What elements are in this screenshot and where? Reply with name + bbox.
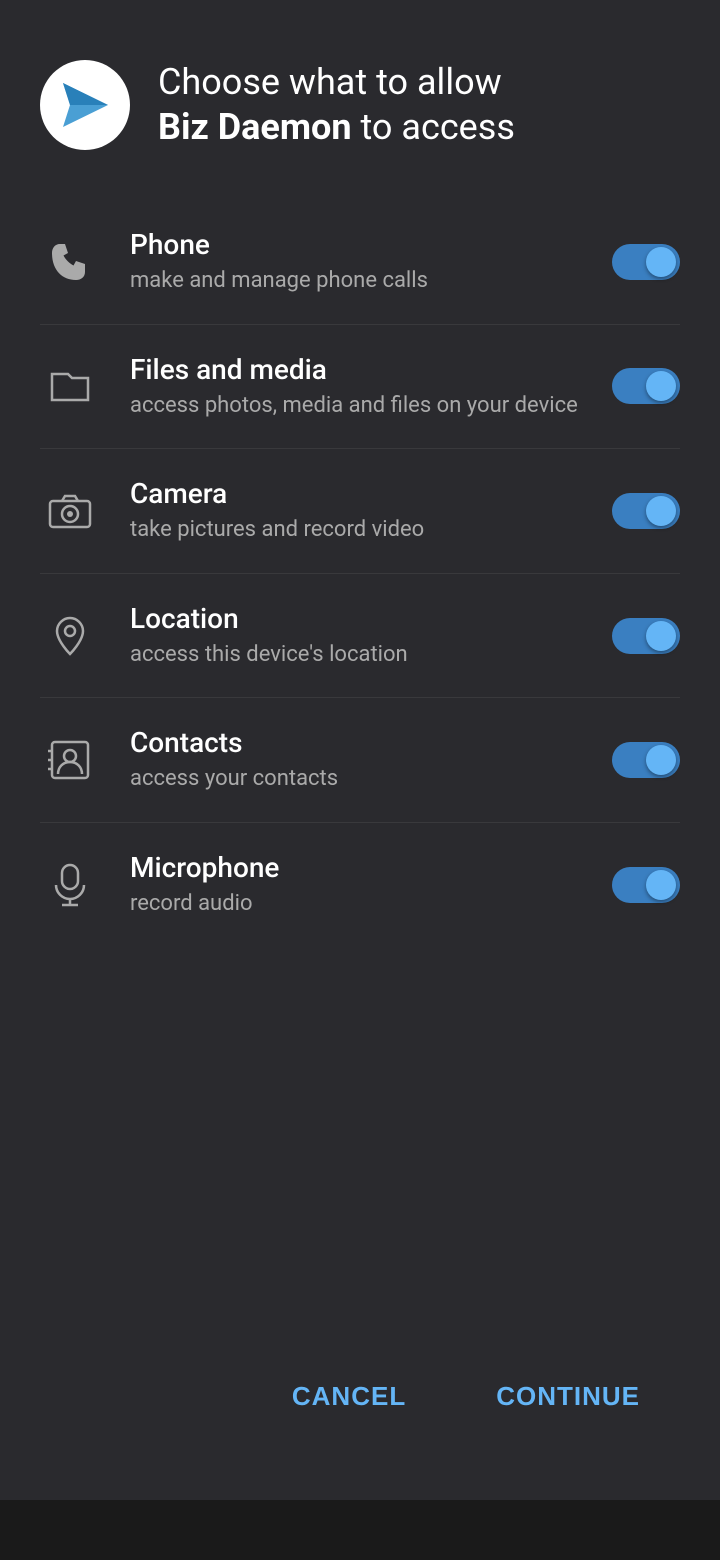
contacts-permission-text: Contacts access your contacts	[130, 726, 582, 794]
header-title-line2: to access	[361, 106, 515, 148]
cancel-button[interactable]: CANCEL	[262, 1363, 436, 1430]
permissions-list: Phone make and manage phone calls Files …	[40, 200, 680, 1339]
main-container: Choose what to allow Biz Daemon to acces…	[0, 0, 720, 1500]
camera-permission-text: Camera take pictures and record video	[130, 477, 582, 545]
contacts-title: Contacts	[130, 726, 582, 759]
permission-item-location: Location access this device's location	[40, 574, 680, 699]
bottom-bar	[0, 1500, 720, 1560]
location-permission-text: Location access this device's location	[130, 602, 582, 670]
permission-item-phone: Phone make and manage phone calls	[40, 200, 680, 325]
contacts-desc: access your contacts	[130, 765, 582, 794]
microphone-permission-text: Microphone record audio	[130, 851, 582, 919]
files-desc: access photos, media and files on your d…	[130, 392, 582, 421]
header-title-line1: Choose what to allow	[158, 61, 502, 103]
folder-icon	[40, 364, 100, 408]
app-name: Biz Daemon	[158, 106, 352, 148]
phone-icon	[40, 240, 100, 284]
camera-desc: take pictures and record video	[130, 516, 582, 545]
contacts-toggle[interactable]	[612, 742, 680, 778]
continue-button[interactable]: CONTINUE	[466, 1363, 670, 1430]
phone-desc: make and manage phone calls	[130, 267, 582, 296]
camera-toggle[interactable]	[612, 493, 680, 529]
camera-title: Camera	[130, 477, 582, 510]
microphone-icon	[40, 863, 100, 907]
phone-toggle[interactable]	[612, 244, 680, 280]
files-permission-text: Files and media access photos, media and…	[130, 353, 582, 421]
permission-item-files: Files and media access photos, media and…	[40, 325, 680, 450]
permission-item-contacts: Contacts access your contacts	[40, 698, 680, 823]
phone-permission-text: Phone make and manage phone calls	[130, 228, 582, 296]
location-toggle[interactable]	[612, 618, 680, 654]
phone-title: Phone	[130, 228, 582, 261]
microphone-desc: record audio	[130, 890, 582, 919]
permission-item-camera: Camera take pictures and record video	[40, 449, 680, 574]
files-toggle[interactable]	[612, 368, 680, 404]
location-icon	[40, 614, 100, 658]
microphone-toggle[interactable]	[612, 867, 680, 903]
location-desc: access this device's location	[130, 641, 582, 670]
camera-icon	[40, 489, 100, 533]
microphone-title: Microphone	[130, 851, 582, 884]
location-title: Location	[130, 602, 582, 635]
header: Choose what to allow Biz Daemon to acces…	[40, 60, 680, 150]
files-title: Files and media	[130, 353, 582, 386]
permission-item-microphone: Microphone record audio	[40, 823, 680, 947]
app-icon	[40, 60, 130, 150]
header-text: Choose what to allow Biz Daemon to acces…	[158, 60, 515, 150]
footer: CANCEL CONTINUE	[40, 1339, 680, 1470]
contacts-icon	[40, 738, 100, 782]
